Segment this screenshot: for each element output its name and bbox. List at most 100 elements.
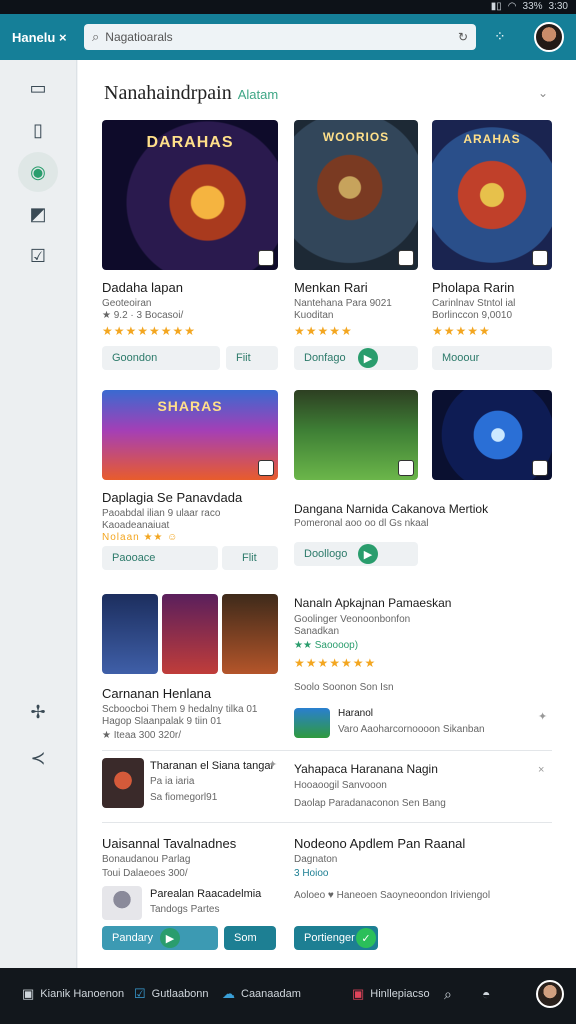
top-bar: Hanelu × ⌕ Nagatioarals ↻ ⁘ xyxy=(0,14,576,60)
game-thumbnail[interactable] xyxy=(294,708,330,738)
badge-icon xyxy=(532,460,548,476)
download-button[interactable]: Mooour xyxy=(432,346,552,370)
run-icon[interactable]: ✢ xyxy=(22,696,54,728)
app-brand[interactable]: Hanelu × xyxy=(12,30,72,45)
card-meta: Sanadkan xyxy=(294,626,340,637)
cloud-icon: ☁ xyxy=(222,986,235,1001)
card-meta: ★★ Saoooop) xyxy=(294,640,359,651)
card-meta: Hagop Slaanpalak 9 tiin 01 xyxy=(102,716,222,727)
search-input[interactable]: Nagatioarals xyxy=(105,30,172,44)
game-thumbnail[interactable]: WOORIOS xyxy=(294,120,418,270)
chevron-down-icon[interactable]: ⌄ xyxy=(538,86,548,100)
game-thumbnail[interactable] xyxy=(102,886,142,920)
share-icon[interactable]: ≺ xyxy=(22,742,54,774)
item-meta: Varo Aaoharcornoooon Sikanban xyxy=(338,724,485,735)
avatar[interactable] xyxy=(534,22,564,52)
card-meta: Daolap Paradanaconon Sen Bang xyxy=(294,798,446,809)
card-developer: Scboocboi Them 9 hedalny tilka 01 xyxy=(102,704,258,715)
card-developer: Bonaudanou Parlag xyxy=(102,854,191,865)
search-icon[interactable]: ⌕ xyxy=(444,986,452,1003)
game-thumbnail[interactable]: DARAHAS xyxy=(102,120,278,270)
check-icon[interactable]: ✓ xyxy=(356,928,376,948)
game-thumbnail[interactable]: ARAHAS xyxy=(432,120,552,270)
download-button[interactable]: Donfago xyxy=(294,346,418,370)
card-meta: Borlinccon 9,0010 xyxy=(432,310,513,321)
card-title[interactable]: Nanaln Apkajnan Pamaeskan xyxy=(294,596,451,610)
card-developer: Pa ia iaria xyxy=(150,776,195,787)
play-icon[interactable]: ▶ xyxy=(160,928,180,948)
fit-button[interactable]: Som xyxy=(224,926,276,950)
card-meta: Pomeronal aoo oo dl Gs nkaal xyxy=(294,518,429,529)
item-title[interactable]: Parealan Raacadelmia xyxy=(150,888,261,900)
card-meta: ★ Iteaa 300 320r/ xyxy=(102,730,182,741)
game-thumbnail[interactable] xyxy=(102,594,158,674)
status-bar: ▮▯ ◠ 33% 3:30 xyxy=(0,0,576,14)
avatar[interactable] xyxy=(536,980,564,1008)
refresh-icon[interactable]: ↻ xyxy=(458,30,468,44)
divider xyxy=(102,822,552,823)
card-meta: Soolo Soonon Son Isn xyxy=(294,682,394,693)
store-icon[interactable]: ◉ xyxy=(18,152,58,192)
card-title[interactable]: Dadaha lapan xyxy=(102,280,183,295)
square-icon[interactable]: ◩ xyxy=(22,198,54,230)
play-icon[interactable]: ▶ xyxy=(358,544,378,564)
rating-stars: ★★★★★★★ xyxy=(294,656,377,670)
card-title[interactable]: Dangana Narnida Cakanova Mertiok xyxy=(294,502,488,516)
game-thumbnail[interactable] xyxy=(432,390,552,480)
card-title[interactable]: Carnanan Henlana xyxy=(102,686,211,701)
item-title[interactable]: Haranol xyxy=(338,708,373,719)
game-thumbnail[interactable] xyxy=(102,758,144,808)
game-thumbnail[interactable] xyxy=(222,594,278,674)
help-icon[interactable]: ◓ xyxy=(482,986,490,1002)
card-developer: Carinlnav Stntol ial xyxy=(432,298,516,309)
card-developer: Hooaoogil Sanvooon xyxy=(294,780,387,791)
card-developer: Nantehana Para 9021 xyxy=(294,298,392,309)
card-meta: 3 Hoioo xyxy=(294,868,329,879)
bottom-nav-item[interactable]: ☁ Caanaadam xyxy=(222,986,301,1002)
play-icon[interactable]: ▶ xyxy=(358,348,378,368)
card-developer: Goolinger Veonoonbonfon xyxy=(294,614,411,625)
card-meta: Sa fiomegorl91 xyxy=(150,792,218,803)
card-title[interactable]: Tharanan el Siana tangar xyxy=(150,760,274,772)
card-title[interactable]: Yahapaca Haranana Nagin xyxy=(294,762,438,776)
pin-icon[interactable]: ✦ xyxy=(268,758,277,771)
download-button[interactable]: Doollogo xyxy=(294,542,418,566)
checkbox-icon[interactable]: ☑ xyxy=(22,240,54,272)
bottom-nav-item[interactable]: ▣ Hinllepiacso xyxy=(352,986,430,1002)
card-title[interactable]: Nodeono Apdlem Pan Raanal xyxy=(294,836,465,851)
fit-button[interactable]: Flit xyxy=(222,546,278,570)
card-title[interactable]: Menkan Rari xyxy=(294,280,368,295)
fit-button[interactable]: Fiit xyxy=(226,346,278,370)
game-thumbnail[interactable]: SHARAS xyxy=(102,390,278,480)
close-icon[interactable]: × xyxy=(59,30,67,45)
page-title: Nanahaindrpain Alatam xyxy=(104,82,279,104)
card-meta: Kaoadeanaiuat xyxy=(102,520,170,531)
card-meta: Toui Dalaeoes 300/ xyxy=(102,868,188,879)
bottom-nav-item[interactable]: ☑ Gutlaabonn xyxy=(134,986,209,1002)
card-title[interactable]: Uaisannal Tavalnadnes xyxy=(102,836,236,851)
game-thumbnail[interactable] xyxy=(294,390,418,480)
window-icon: ▣ xyxy=(22,986,35,1001)
dashboard-icon[interactable]: ▭ xyxy=(22,72,54,104)
card-title[interactable]: Pholapa Rarin xyxy=(432,280,514,295)
download-button[interactable]: Goondon xyxy=(102,346,220,370)
search-bar[interactable]: ⌕ Nagatioarals ↻ xyxy=(84,24,476,50)
search-icon: ⌕ xyxy=(92,29,100,44)
bookmark-icon: ▣ xyxy=(352,986,365,1001)
document-icon[interactable]: ▯ xyxy=(22,114,54,146)
close-icon[interactable]: × xyxy=(538,764,544,776)
card-developer: Paoabdal ilian 9 ulaar raco xyxy=(102,508,221,519)
check-icon: ☑ xyxy=(134,986,146,1001)
clock-time: 3:30 xyxy=(548,1,568,12)
bottom-bar: ▣ Kianik Hanoenon ☑ Gutlaabonn ☁ Caanaadam … xyxy=(0,968,576,1024)
game-thumbnail[interactable] xyxy=(162,594,218,674)
pin-icon[interactable]: ✦ xyxy=(538,710,547,723)
download-button[interactable]: Paooace xyxy=(102,546,218,570)
card-developer: Dagnaton xyxy=(294,854,338,865)
grid-icon[interactable]: ⁘ xyxy=(494,28,506,45)
badge-icon xyxy=(258,250,274,266)
card-title[interactable]: Daplagia Se Panavdada xyxy=(102,490,242,505)
bottom-nav-item[interactable]: ▣ Kianik Hanoenon xyxy=(22,986,124,1002)
card-meta: Kuoditan xyxy=(294,310,334,321)
rating-stars: ★★★★★★★★ xyxy=(102,324,197,338)
